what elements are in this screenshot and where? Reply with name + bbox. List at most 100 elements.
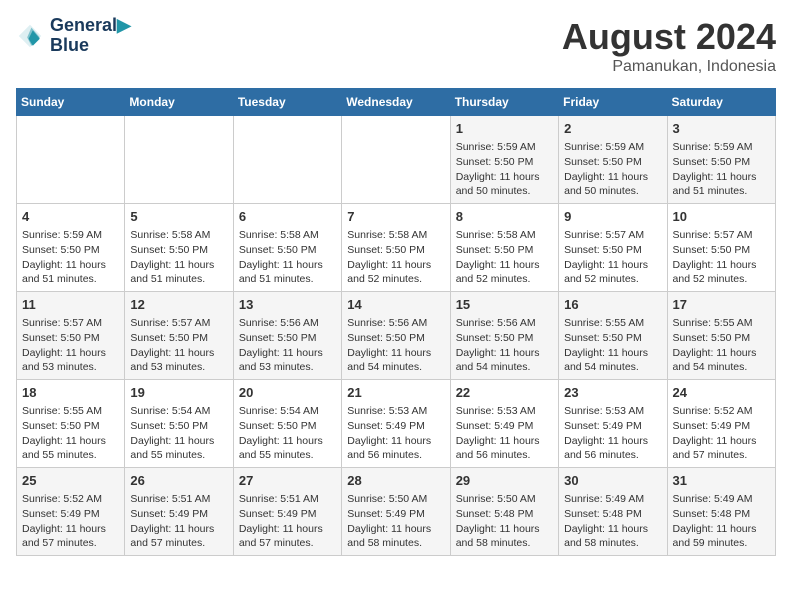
calendar-header: SundayMondayTuesdayWednesdayThursdayFrid…: [17, 89, 776, 116]
day-number: 28: [347, 472, 444, 490]
calendar-cell: 6Sunrise: 5:58 AM Sunset: 5:50 PM Daylig…: [233, 204, 341, 292]
day-number: 23: [564, 384, 661, 402]
day-info: Sunrise: 5:54 AM Sunset: 5:50 PM Dayligh…: [130, 404, 227, 463]
calendar-cell: 9 Sunrise: 5:57 AM Sunset: 5:50 PM Daylig…: [559, 204, 667, 292]
day-number: 8: [456, 208, 553, 226]
calendar-cell: 12 Sunrise: 5:57 AM Sunset: 5:50 PM Dayli…: [125, 292, 233, 380]
calendar-cell: 20 Sunrise: 5:54 AM Sunset: 5:50 PM Dayli…: [233, 380, 341, 468]
page-header: General▶ Blue August 2024 Pamanukan, Ind…: [16, 16, 776, 76]
calendar-cell: 5 Sunrise: 5:58 AM Sunset: 5:50 PM Daylig…: [125, 204, 233, 292]
day-info: Sunrise: 5:57 AM Sunset: 5:50 PM Dayligh…: [673, 228, 770, 287]
day-number: 6: [239, 208, 336, 226]
day-number: 16: [564, 296, 661, 314]
day-number: 14: [347, 296, 444, 314]
calendar-cell: 29 Sunrise: 5:50 AM Sunset: 5:48 PM Dayli…: [450, 468, 558, 556]
day-info: Sunrise: 5:59 AM Sunset: 5:50 PM Dayligh…: [456, 140, 553, 199]
day-info: Sunrise: 5:56 AM Sunset: 5:50 PM Dayligh…: [347, 316, 444, 375]
day-info: Sunrise: 5:54 AM Sunset: 5:50 PM Dayligh…: [239, 404, 336, 463]
day-number: 27: [239, 472, 336, 490]
day-number: 11: [22, 296, 119, 314]
calendar-cell: 25 Sunrise: 5:52 AM Sunset: 5:49 PM Dayli…: [17, 468, 125, 556]
day-info: Sunrise: 5:50 AM Sunset: 5:48 PM Dayligh…: [456, 492, 553, 551]
day-number: 24: [673, 384, 770, 402]
calendar-cell: 13Sunrise: 5:56 AM Sunset: 5:50 PM Dayli…: [233, 292, 341, 380]
day-number: 5: [130, 208, 227, 226]
calendar-table: SundayMondayTuesdayWednesdayThursdayFrid…: [16, 88, 776, 556]
day-info: Sunrise: 5:50 AM Sunset: 5:49 PM Dayligh…: [347, 492, 444, 551]
day-info: Sunrise: 5:49 AM Sunset: 5:48 PM Dayligh…: [673, 492, 770, 551]
weekday-header: Tuesday: [233, 89, 341, 116]
logo-icon: [16, 22, 44, 50]
calendar-cell: 15 Sunrise: 5:56 AM Sunset: 5:50 PM Dayli…: [450, 292, 558, 380]
calendar-week: 11 Sunrise: 5:57 AM Sunset: 5:50 PM Dayli…: [17, 292, 776, 380]
day-info: Sunrise: 5:49 AM Sunset: 5:48 PM Dayligh…: [564, 492, 661, 551]
calendar-cell: 23Sunrise: 5:53 AM Sunset: 5:49 PM Dayli…: [559, 380, 667, 468]
day-number: 25: [22, 472, 119, 490]
day-number: 31: [673, 472, 770, 490]
weekday-header: Thursday: [450, 89, 558, 116]
calendar-week: 18Sunrise: 5:55 AM Sunset: 5:50 PM Dayli…: [17, 380, 776, 468]
calendar-cell: 17Sunrise: 5:55 AM Sunset: 5:50 PM Dayli…: [667, 292, 775, 380]
calendar-cell: 19 Sunrise: 5:54 AM Sunset: 5:50 PM Dayli…: [125, 380, 233, 468]
calendar-cell: 26Sunrise: 5:51 AM Sunset: 5:49 PM Dayli…: [125, 468, 233, 556]
day-info: Sunrise: 5:55 AM Sunset: 5:50 PM Dayligh…: [564, 316, 661, 375]
calendar-week: 25 Sunrise: 5:52 AM Sunset: 5:49 PM Dayli…: [17, 468, 776, 556]
day-number: 17: [673, 296, 770, 314]
day-info: Sunrise: 5:57 AM Sunset: 5:50 PM Dayligh…: [22, 316, 119, 375]
day-number: 3: [673, 120, 770, 138]
day-number: 9: [564, 208, 661, 226]
location-subtitle: Pamanukan, Indonesia: [562, 58, 776, 76]
calendar-cell: 18Sunrise: 5:55 AM Sunset: 5:50 PM Dayli…: [17, 380, 125, 468]
calendar-cell: 24 Sunrise: 5:52 AM Sunset: 5:49 PM Dayli…: [667, 380, 775, 468]
day-number: 29: [456, 472, 553, 490]
calendar-cell: 21Sunrise: 5:53 AM Sunset: 5:49 PM Dayli…: [342, 380, 450, 468]
day-number: 20: [239, 384, 336, 402]
day-number: 22: [456, 384, 553, 402]
calendar-cell: 28 Sunrise: 5:50 AM Sunset: 5:49 PM Dayli…: [342, 468, 450, 556]
day-info: Sunrise: 5:57 AM Sunset: 5:50 PM Dayligh…: [564, 228, 661, 287]
day-number: 21: [347, 384, 444, 402]
day-info: Sunrise: 5:56 AM Sunset: 5:50 PM Dayligh…: [456, 316, 553, 375]
calendar-cell: [342, 116, 450, 204]
day-number: 12: [130, 296, 227, 314]
calendar-cell: 2 Sunrise: 5:59 AM Sunset: 5:50 PM Daylig…: [559, 116, 667, 204]
calendar-cell: 3Sunrise: 5:59 AM Sunset: 5:50 PM Daylig…: [667, 116, 775, 204]
day-number: 4: [22, 208, 119, 226]
logo: General▶ Blue: [16, 16, 131, 56]
calendar-week: 4 Sunrise: 5:59 AM Sunset: 5:50 PM Daylig…: [17, 204, 776, 292]
day-number: 26: [130, 472, 227, 490]
day-info: Sunrise: 5:52 AM Sunset: 5:49 PM Dayligh…: [673, 404, 770, 463]
calendar-cell: 8 Sunrise: 5:58 AM Sunset: 5:50 PM Daylig…: [450, 204, 558, 292]
day-number: 15: [456, 296, 553, 314]
day-info: Sunrise: 5:53 AM Sunset: 5:49 PM Dayligh…: [456, 404, 553, 463]
day-number: 30: [564, 472, 661, 490]
day-info: Sunrise: 5:57 AM Sunset: 5:50 PM Dayligh…: [130, 316, 227, 375]
calendar-cell: 22 Sunrise: 5:53 AM Sunset: 5:49 PM Dayli…: [450, 380, 558, 468]
calendar-cell: 10Sunrise: 5:57 AM Sunset: 5:50 PM Dayli…: [667, 204, 775, 292]
day-info: Sunrise: 5:51 AM Sunset: 5:49 PM Dayligh…: [239, 492, 336, 551]
day-number: 1: [456, 120, 553, 138]
calendar-cell: [17, 116, 125, 204]
weekday-header: Friday: [559, 89, 667, 116]
day-info: Sunrise: 5:58 AM Sunset: 5:50 PM Dayligh…: [456, 228, 553, 287]
calendar-cell: 1 Sunrise: 5:59 AM Sunset: 5:50 PM Daylig…: [450, 116, 558, 204]
logo-text: General▶ Blue: [50, 16, 131, 56]
calendar-cell: [233, 116, 341, 204]
weekday-row: SundayMondayTuesdayWednesdayThursdayFrid…: [17, 89, 776, 116]
calendar-cell: 11 Sunrise: 5:57 AM Sunset: 5:50 PM Dayli…: [17, 292, 125, 380]
day-info: Sunrise: 5:52 AM Sunset: 5:49 PM Dayligh…: [22, 492, 119, 551]
weekday-header: Wednesday: [342, 89, 450, 116]
day-info: Sunrise: 5:58 AM Sunset: 5:50 PM Dayligh…: [130, 228, 227, 287]
day-number: 18: [22, 384, 119, 402]
day-number: 2: [564, 120, 661, 138]
day-number: 19: [130, 384, 227, 402]
day-info: Sunrise: 5:56 AM Sunset: 5:50 PM Dayligh…: [239, 316, 336, 375]
weekday-header: Sunday: [17, 89, 125, 116]
calendar-cell: 7Sunrise: 5:58 AM Sunset: 5:50 PM Daylig…: [342, 204, 450, 292]
title-block: August 2024 Pamanukan, Indonesia: [562, 16, 776, 76]
calendar-cell: 16 Sunrise: 5:55 AM Sunset: 5:50 PM Dayli…: [559, 292, 667, 380]
month-title: August 2024: [562, 16, 776, 58]
day-info: Sunrise: 5:59 AM Sunset: 5:50 PM Dayligh…: [564, 140, 661, 199]
calendar-body: 1 Sunrise: 5:59 AM Sunset: 5:50 PM Daylig…: [17, 116, 776, 556]
day-info: Sunrise: 5:59 AM Sunset: 5:50 PM Dayligh…: [22, 228, 119, 287]
